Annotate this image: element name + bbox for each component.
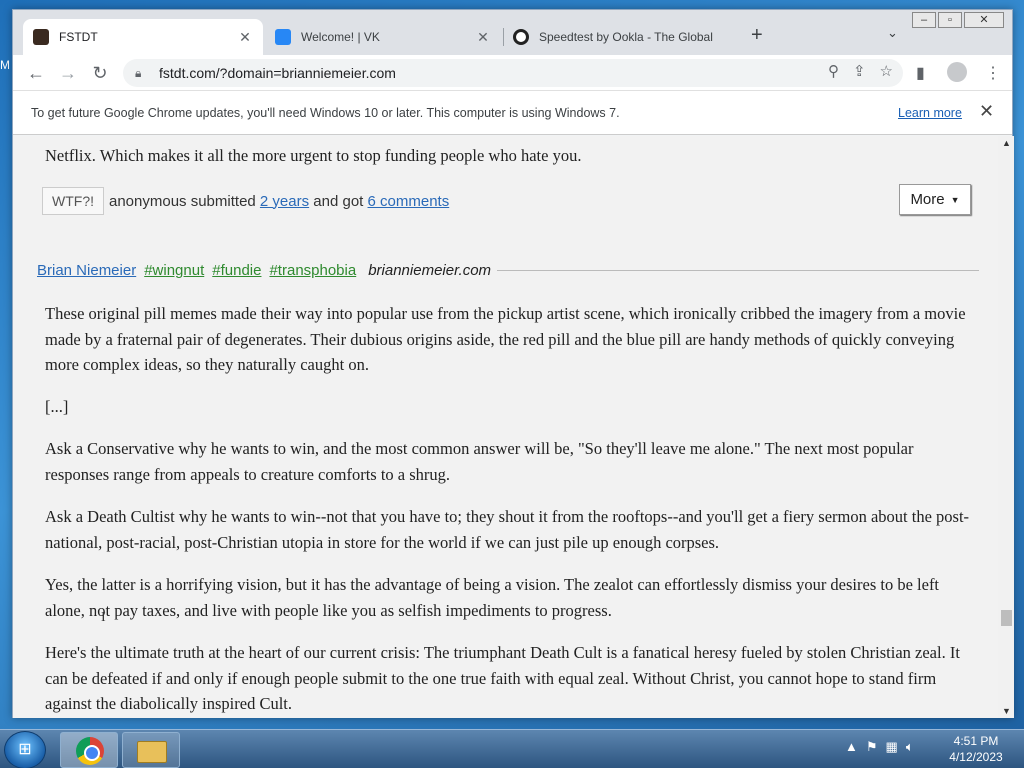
- speedtest-favicon-icon: [513, 29, 529, 45]
- taskbar-chrome[interactable]: [60, 732, 118, 768]
- taskbar-explorer[interactable]: [122, 732, 180, 768]
- post-paragraph: These original pill memes made their way…: [45, 304, 966, 374]
- post-paragraph: Here's the ultimate truth at the heart o…: [45, 643, 960, 713]
- wtf-button[interactable]: WTF?!: [42, 187, 104, 215]
- kebab-menu-icon[interactable]: ⋮: [985, 63, 1001, 83]
- prev-post-footer: WTF?! anonymous submitted 2 years and go…: [42, 186, 972, 216]
- dropdown-caret-icon: ▼: [950, 194, 960, 205]
- taskbar-clock[interactable]: 4:51 PM 4/12/2023: [940, 733, 1012, 765]
- share-icon[interactable]: ⇪: [853, 62, 866, 80]
- text-cursor-icon: I: [101, 610, 106, 625]
- tab-fstdt[interactable]: FSTDT ✕: [23, 19, 263, 55]
- page-scrollbar[interactable]: ▲ ▼: [998, 136, 1014, 718]
- page-content: Netflix. Which makes it all the more urg…: [13, 136, 998, 718]
- tab-title: Welcome! | VK: [301, 30, 380, 44]
- post-tagline: Brian Niemeier #wingnut #fundie #transph…: [37, 259, 979, 281]
- post-paragraph: Ask a Death Cultist why he wants to win-…: [45, 507, 970, 552]
- post-paragraph: Yes, the latter is a horrifying vision, …: [45, 575, 940, 620]
- desktop-text-fragment: M: [0, 58, 10, 72]
- tagline-divider: [497, 269, 979, 271]
- tab-title: FSTDT: [59, 30, 98, 44]
- tab-speedtest[interactable]: Speedtest by Ookla - The Global: [503, 19, 743, 55]
- system-tray: ▲ ⚑ ▦ 🔈︎: [845, 739, 914, 755]
- browser-window: FSTDT ✕ Welcome! | VK ✕ Speedtest by Ook…: [12, 9, 1014, 718]
- maximize-icon[interactable]: ▫: [938, 12, 962, 28]
- browser-toolbar: ← → ↻ 🔒︎ fstdt.com/?domain=brianniemeier…: [13, 55, 1012, 91]
- scrollbar-thumb[interactable]: [1001, 610, 1012, 626]
- volume-icon[interactable]: 🔈︎: [906, 739, 914, 755]
- time-link[interactable]: 2 years: [260, 193, 309, 210]
- comments-link[interactable]: 6 comments: [368, 193, 450, 210]
- close-tab-icon[interactable]: ✕: [475, 29, 491, 46]
- window-controls: – ▫ ✕: [910, 12, 1004, 28]
- learn-more-link[interactable]: Learn more: [898, 106, 962, 120]
- show-hidden-icons-icon[interactable]: ▲: [845, 739, 858, 755]
- reload-icon[interactable]: ↻: [88, 61, 112, 85]
- tag-transphobia[interactable]: #transphobia: [269, 262, 356, 279]
- more-button[interactable]: More ▼: [899, 184, 971, 215]
- scroll-up-icon[interactable]: ▲: [1002, 138, 1011, 148]
- new-tab-icon[interactable]: +: [751, 24, 763, 47]
- post-paragraph: Ask a Conservative why he wants to win, …: [45, 439, 914, 484]
- omnibox-actions: ⚲ ⇪ ☆: [828, 62, 893, 80]
- fstdt-favicon-icon: [33, 29, 49, 45]
- zoom-search-icon[interactable]: ⚲: [828, 62, 839, 80]
- clock-time: 4:51 PM: [953, 734, 999, 748]
- submitter-text: anonymous submitted: [109, 192, 256, 210]
- post-paragraph: [...]: [45, 397, 69, 416]
- more-label: More: [910, 191, 945, 208]
- chrome-icon: [76, 737, 104, 765]
- clock-date: 4/12/2023: [949, 750, 1003, 764]
- lock-icon[interactable]: 🔒︎: [135, 66, 149, 81]
- tag-wingnut[interactable]: #wingnut: [144, 262, 204, 279]
- tag-fundie[interactable]: #fundie: [212, 262, 261, 279]
- tab-title: Speedtest by Ookla - The Global: [539, 30, 713, 44]
- close-infobar-icon[interactable]: ✕: [979, 101, 994, 122]
- close-tab-icon[interactable]: ✕: [237, 29, 253, 46]
- profile-avatar-icon[interactable]: [947, 62, 967, 82]
- got-text: and got: [313, 192, 364, 210]
- url-text: fstdt.com/?domain=brianniemeier.com: [159, 65, 396, 81]
- update-infobar: To get future Google Chrome updates, you…: [13, 91, 1012, 135]
- back-arrow-icon[interactable]: ←: [24, 61, 48, 85]
- close-window-icon[interactable]: ✕: [964, 12, 1004, 28]
- windows-taskbar: ⊞ ▲ ⚑ ▦ 🔈︎ 4:51 PM 4/12/2023: [0, 729, 1024, 768]
- start-button[interactable]: ⊞: [4, 731, 46, 768]
- vk-favicon-icon: [275, 29, 291, 45]
- tab-search-chevron-icon[interactable]: ⌄: [887, 25, 898, 41]
- infobar-message: To get future Google Chrome updates, you…: [31, 105, 620, 120]
- source-domain: brianniemeier.com: [368, 261, 492, 279]
- bookmark-star-icon[interactable]: ☆: [880, 62, 893, 80]
- address-bar[interactable]: 🔒︎ fstdt.com/?domain=brianniemeier.com ⚲…: [123, 59, 903, 87]
- minimize-icon[interactable]: –: [912, 12, 936, 28]
- tab-strip: FSTDT ✕ Welcome! | VK ✕ Speedtest by Ook…: [13, 10, 1012, 55]
- scroll-down-icon[interactable]: ▼: [1002, 706, 1011, 716]
- side-panel-icon[interactable]: ▮: [916, 63, 925, 83]
- tab-vk[interactable]: Welcome! | VK ✕: [265, 19, 501, 55]
- folder-icon: [137, 741, 167, 763]
- author-link[interactable]: Brian Niemeier: [37, 262, 136, 279]
- forward-arrow-icon[interactable]: →: [56, 61, 80, 85]
- network-icon[interactable]: ▦: [886, 739, 898, 755]
- action-center-icon[interactable]: ⚑: [866, 739, 878, 755]
- prev-post-tail: Netflix. Which makes it all the more urg…: [45, 146, 582, 165]
